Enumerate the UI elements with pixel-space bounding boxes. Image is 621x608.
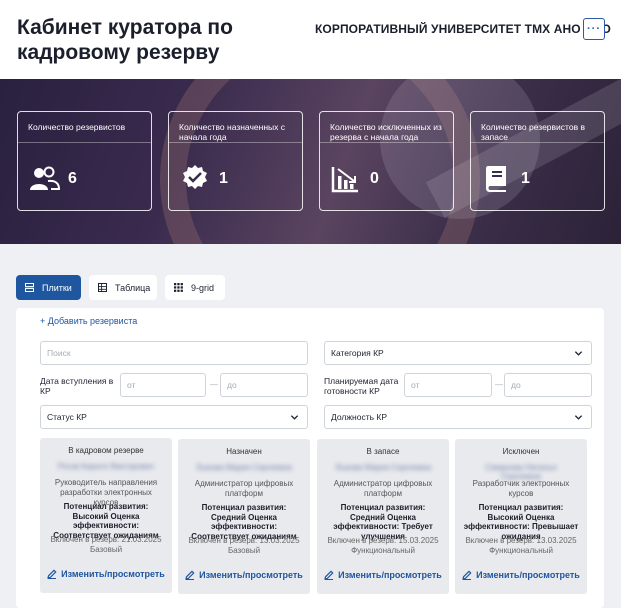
edit-view-link[interactable]: Изменить/просмотреть [455, 570, 587, 580]
page-header: Кабинет куратора по кадровому резерву КО… [0, 0, 621, 79]
book-icon [486, 166, 506, 192]
page-title: Кабинет куратора по кадровому резерву [17, 16, 233, 64]
card-status: Назначен [226, 447, 262, 456]
reservist-card: В кадровом резерве Рогов Кирилл Викторов… [40, 438, 172, 593]
category-select-value: Категория КР [331, 348, 384, 358]
reservist-card: В запасе Лыкова Мария Сергеевна Админист… [317, 439, 449, 594]
card-position: Администратор цифровых платформ [333, 479, 433, 498]
card-name: Лыкова Мария Сергеевна [196, 463, 292, 472]
card-included: Включен в резерв: 21.03.2025 Базовый [50, 535, 162, 554]
readiness-date-from[interactable]: от [404, 373, 492, 397]
badge-check-icon [183, 165, 207, 189]
readiness-date-to[interactable]: до [504, 373, 592, 397]
card-status: В кадровом резерве [68, 446, 144, 455]
pencil-icon [47, 569, 57, 579]
add-reservist-link[interactable]: + Добавить резервиста [40, 316, 137, 326]
search-input[interactable]: Поиск [40, 341, 308, 365]
stat-label: Количество исключенных из резерва с нача… [330, 122, 442, 142]
card-name: Лыкова Мария Сергеевна [335, 463, 431, 472]
pencil-icon [185, 570, 195, 580]
stat-card-standby: Количество резервистов в запасе 1 [470, 111, 605, 211]
stat-value: 6 [68, 170, 77, 187]
date-range-dash: — [495, 380, 503, 389]
card-included: Включен в резерв: 13.03.2025 Базовый [188, 536, 300, 555]
reservist-card: Исключен Смирнова Наталья Сергеевна Разр… [455, 439, 587, 594]
tiles-icon [25, 283, 34, 292]
organization-name: КОРПОРАТИВНЫЙ УНИВЕРСИТЕТ ТМХ АНО ДПО [315, 22, 611, 36]
stat-value: 0 [370, 170, 379, 187]
category-select[interactable]: Категория КР [324, 341, 592, 365]
pencil-icon [462, 570, 472, 580]
stat-card-reservists: Количество резервистов 6 [17, 111, 152, 211]
reservist-card: Назначен Лыкова Мария Сергеевна Админист… [178, 439, 310, 594]
position-select-value: Должность КР [331, 412, 388, 422]
date-range-dash: — [210, 380, 218, 389]
table-icon [98, 283, 107, 292]
edit-view-link[interactable]: Изменить/просмотреть [317, 570, 449, 580]
edit-view-link[interactable]: Изменить/просмотреть [178, 570, 310, 580]
pencil-icon [324, 570, 334, 580]
stat-label: Количество резервистов в запасе [481, 122, 585, 142]
status-select-value: Статус КР [47, 412, 87, 422]
card-position: Разработчик электронных курсов [472, 479, 570, 498]
chevron-down-icon [574, 351, 583, 356]
stat-label: Количество резервистов [28, 122, 126, 132]
join-date-from[interactable]: от [120, 373, 206, 397]
position-select[interactable]: Должность КР [324, 405, 592, 429]
view-label: 9-grid [191, 282, 215, 293]
card-included: Включен в резерв: 15.03.2025 Функциональн… [327, 536, 439, 555]
stat-value: 1 [521, 170, 530, 187]
stat-value: 1 [219, 170, 228, 187]
view-table-button[interactable]: Таблица [89, 275, 157, 300]
card-name: Рогов Кирилл Викторович [58, 462, 154, 471]
card-included: Включен в резерв: 13.03.2025 Функциональн… [465, 536, 577, 555]
more-options-button[interactable]: ··· [583, 18, 605, 40]
card-status: В запасе [366, 447, 400, 456]
users-icon [30, 166, 60, 190]
stat-label: Количество назначенных с начала года [179, 122, 285, 142]
chevron-down-icon [290, 415, 299, 420]
view-tiles-button[interactable]: Плитки [16, 275, 81, 300]
chart-down-icon [331, 167, 358, 193]
edit-view-link[interactable]: Изменить/просмотреть [40, 569, 172, 579]
view-9grid-button[interactable]: 9-grid [165, 275, 225, 300]
chevron-down-icon [574, 415, 583, 420]
readiness-date-label: Планируемая дата готовности КР [324, 376, 399, 396]
status-select[interactable]: Статус КР [40, 405, 308, 429]
join-date-to[interactable]: до [220, 373, 308, 397]
join-date-label: Дата вступления в КР [40, 376, 114, 396]
card-position: Администратор цифровых платформ [194, 479, 294, 498]
grid-icon [174, 283, 183, 292]
card-status: Исключен [502, 447, 540, 456]
view-label: Таблица [115, 282, 151, 293]
view-label: Плитки [42, 282, 72, 293]
stat-card-excluded: Количество исключенных из резерва с нача… [319, 111, 454, 211]
stat-card-appointed: Количество назначенных с начала года 1 [168, 111, 303, 211]
